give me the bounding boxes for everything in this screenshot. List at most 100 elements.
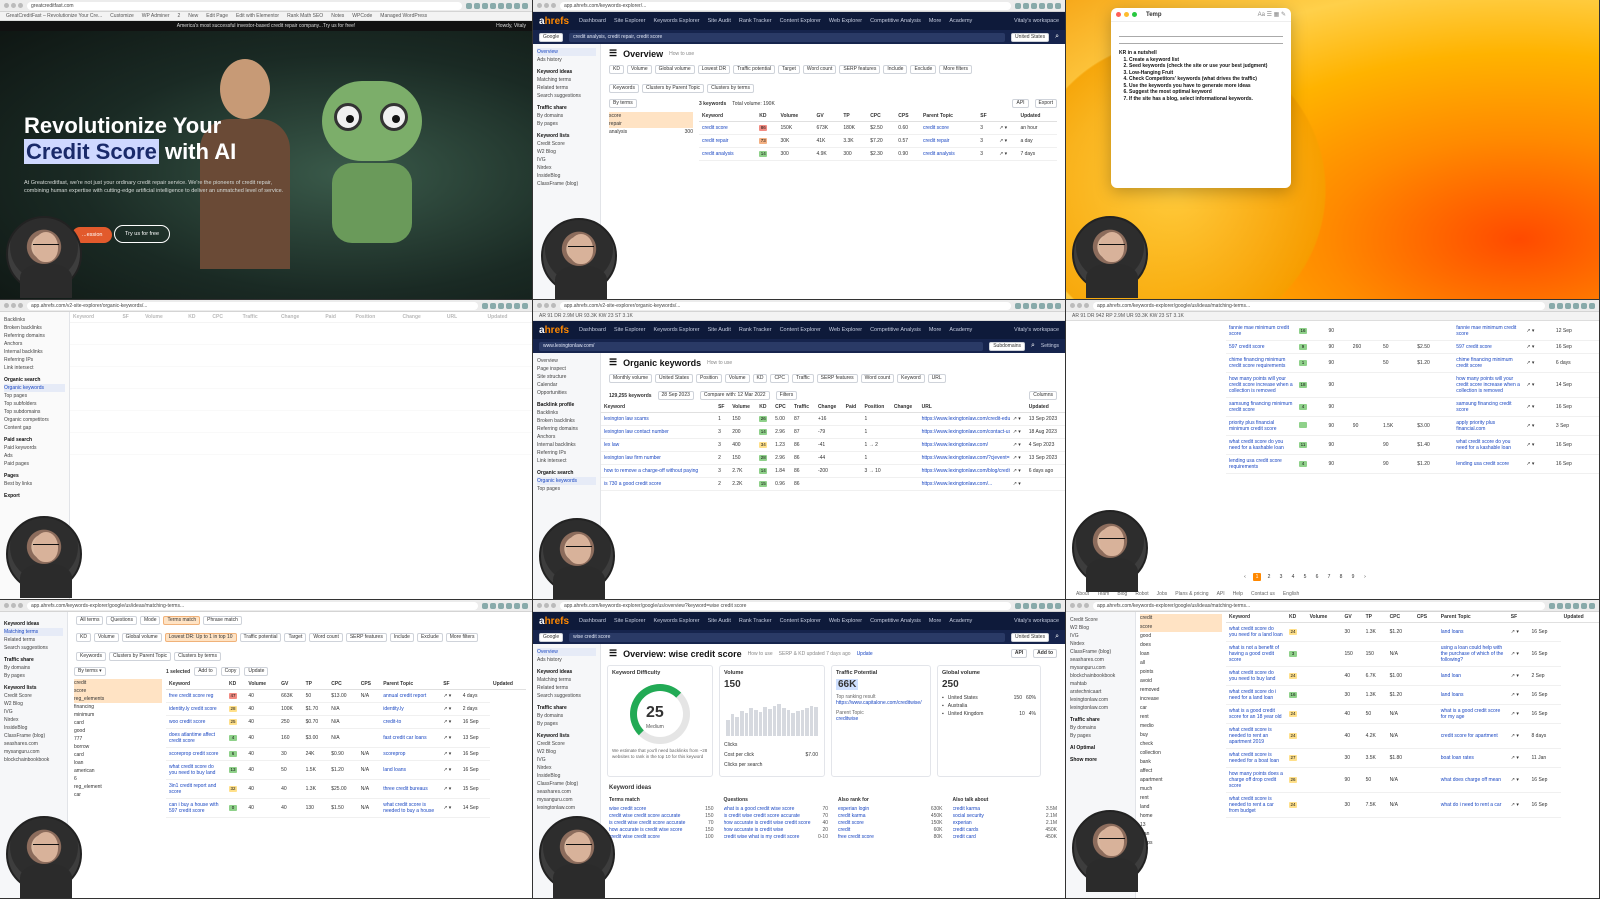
term-row[interactable]: minimum — [74, 711, 162, 719]
admin-bar-item[interactable]: GreatCreditFast – Revolutionize Your Cre… — [6, 12, 102, 20]
menu-icon[interactable]: ☰ — [609, 357, 617, 368]
nav-item[interactable]: Site Explorer — [614, 18, 646, 24]
table-row[interactable]: credit analysis 14 300 4.9K 300 $2.30 0.90 cred… — [699, 147, 1057, 161]
address-bar[interactable]: app.ahrefs.com/keywords-explorer/google/… — [560, 601, 1011, 610]
sidebar-item[interactable]: Matching terms — [4, 628, 63, 636]
keyword-link[interactable]: 597 credit score — [1229, 344, 1265, 350]
table-row[interactable]: what is not a benefit of having a good c… — [1226, 641, 1599, 667]
table-row[interactable]: lexington law scams 1 150 26 5.00 87 +16 1 https… — [601, 412, 1065, 426]
top-ranking-url[interactable]: https://www.capitalone.com/creditwise/ — [836, 700, 926, 706]
nav-item[interactable]: Keywords Explorer — [653, 327, 699, 333]
term-row[interactable]: reg_element — [74, 783, 162, 791]
idea-row[interactable]: credit cards 450K — [953, 827, 1058, 834]
keyword-link[interactable]: 3in1 credit report and score — [169, 783, 216, 795]
sidebar-item[interactable]: ClassFrame (blog) — [537, 780, 596, 788]
nav-item[interactable]: Site Audit — [708, 327, 731, 333]
footer-link[interactable]: Jobs — [1157, 591, 1168, 597]
column-header[interactable]: SF — [1507, 612, 1529, 623]
admin-bar-item[interactable]: Managed WordPress — [380, 12, 427, 20]
nav-item[interactable]: Keywords Explorer — [653, 618, 699, 624]
trend-chart-icon[interactable]: ↗ ▾ — [1511, 802, 1519, 808]
sidebar-item[interactable]: W2 Blog — [537, 748, 596, 756]
keywords-input[interactable]: credit analysis, credit repair, credit s… — [569, 32, 1006, 42]
column-header[interactable]: CPS — [1413, 612, 1438, 623]
country-select[interactable]: United States — [1011, 632, 1050, 642]
compare-select[interactable]: Compare with: 12 Mar 2022 — [699, 391, 770, 400]
column-header[interactable]: Updated — [1560, 612, 1599, 623]
sidebar-item[interactable]: Matching terms — [537, 676, 596, 684]
keyword-link[interactable]: lexington law contact number — [604, 429, 669, 435]
page-number[interactable]: 9 — [1349, 573, 1357, 581]
trend-chart-icon[interactable]: ↗ ▾ — [1013, 468, 1021, 474]
sidebar-item[interactable]: Credit Score — [4, 692, 63, 700]
page-number[interactable]: 7 — [1325, 573, 1333, 581]
filter-chip[interactable]: United States — [655, 374, 694, 383]
trend-chart-icon[interactable]: ↗ ▾ — [1526, 360, 1534, 366]
admin-bar-item[interactable]: Edit with Elementor — [236, 12, 279, 20]
mode-tab[interactable]: Mode — [139, 616, 161, 625]
table-row[interactable]: what credit score is needed for a boat l… — [1226, 748, 1599, 768]
keyword-link[interactable]: identity.ly credit score — [169, 706, 217, 712]
filter-chip[interactable]: Traffic potential — [733, 65, 775, 74]
sidebar-item[interactable]: Organic keywords — [4, 384, 65, 392]
column-header[interactable]: CPC — [772, 402, 791, 413]
column-header[interactable]: Keyword — [1226, 612, 1286, 623]
table-row[interactable]: does atlantime affect credit score 4 40 160… — [166, 728, 526, 748]
sidebar-item[interactable]: IVG — [537, 156, 596, 164]
keyword-link[interactable]: how to remove a charge-off without payin… — [604, 468, 698, 474]
sidebar-item[interactable]: arstechnicaart — [1070, 688, 1131, 696]
trend-chart-icon[interactable]: ↗ ▾ — [1511, 629, 1519, 635]
column-header[interactable]: Parent Topic — [380, 679, 441, 690]
keyword-link[interactable]: samsung financing minimum credit score — [1229, 401, 1292, 413]
sidebar-item[interactable]: ClassFrame (blog) — [4, 732, 63, 740]
parent-topic-link[interactable]: credit analysis — [923, 151, 955, 157]
sidebar-item[interactable]: InsideBlog — [537, 772, 596, 780]
filter-chip[interactable]: Target — [284, 633, 307, 642]
admin-bar-item[interactable]: Rank Math SEO — [287, 12, 323, 20]
sidebar-item[interactable]: Top pages — [537, 485, 596, 493]
sidebar-item[interactable]: Organic keywords — [537, 477, 596, 485]
table-row[interactable]: scoreprop credit score 6 40 30 24K $0.90 N/A sc… — [166, 747, 526, 761]
term-row[interactable]: score — [74, 687, 162, 695]
idea-row[interactable]: credit wise what is my credit score 0-10 — [724, 834, 829, 841]
term-row[interactable]: affect — [1140, 767, 1222, 776]
table-row[interactable]: can i buy a house with 597 credit score 0… — [166, 798, 526, 818]
sidebar-item[interactable]: Ads history — [537, 56, 596, 64]
view-tab[interactable]: Clusters by terms — [174, 652, 221, 661]
term-row[interactable]: 777 — [74, 735, 162, 743]
how-to-use-link[interactable]: How to use — [748, 651, 773, 657]
footer-link[interactable]: Contact us — [1251, 591, 1275, 597]
sidebar-item[interactable]: ClassFrame (blog) — [537, 180, 596, 188]
trend-chart-icon[interactable]: ↗ ▾ — [1526, 404, 1534, 410]
parent-topic-link[interactable]: scoreprop — [383, 751, 405, 757]
column-header[interactable]: Volume — [1306, 612, 1342, 623]
parent-topic-link[interactable]: land loans — [383, 767, 406, 773]
column-header[interactable]: Keyword — [70, 312, 120, 323]
nav-item[interactable]: More — [929, 618, 942, 624]
view-tab[interactable]: Keywords — [609, 84, 639, 93]
keyword-link[interactable]: what credit score do i need for a land l… — [1229, 689, 1276, 701]
keyword-link[interactable]: what is not a benefit of having a good c… — [1229, 645, 1279, 663]
footer-link[interactable]: Plans & pricing — [1175, 591, 1208, 597]
ranking-url-link[interactable]: https://www.lexingtonlaw.com/?cjevent=..… — [922, 455, 1010, 461]
column-header[interactable]: SF — [977, 111, 997, 122]
settings-link[interactable]: Settings — [1041, 343, 1059, 349]
filter-chip[interactable]: Traffic potential — [239, 633, 282, 642]
term-row[interactable]: avoid — [1140, 677, 1222, 686]
parent-topic-link[interactable]: what credit score do you need for a kash… — [1456, 439, 1511, 451]
sidebar-item[interactable]: Nirdex — [4, 716, 63, 724]
api-button[interactable]: API — [1010, 649, 1028, 658]
idea-row[interactable]: how accurate is credit wise 20 — [724, 827, 829, 834]
search-icon[interactable]: ⌕ — [1055, 633, 1059, 641]
workspace-menu[interactable]: Vitaly's workspace — [1014, 18, 1059, 24]
term-row[interactable]: loan — [74, 759, 162, 767]
table-row[interactable]: lexington law contact number 3 200 14 2.96 87… — [601, 425, 1065, 439]
nav-item[interactable]: Keywords Explorer — [653, 18, 699, 24]
address-bar[interactable]: greatcreditfast.com — [27, 1, 462, 10]
table-row[interactable]: what credit score do you need to buy lan… — [1226, 666, 1599, 686]
column-header[interactable]: Volume — [142, 312, 186, 323]
filter-chip[interactable]: Monthly volume — [609, 374, 653, 383]
trend-chart-icon[interactable]: ↗ ▾ — [1511, 733, 1519, 739]
sidebar-item[interactable]: Anchors — [537, 433, 596, 441]
column-header[interactable]: Parent Topic — [920, 111, 978, 122]
